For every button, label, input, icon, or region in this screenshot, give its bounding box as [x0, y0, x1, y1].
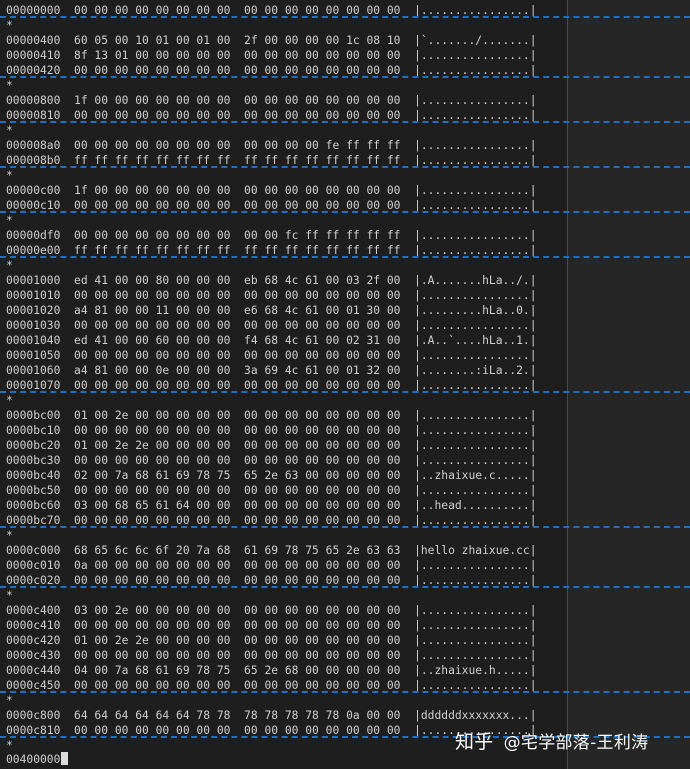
section-separator	[0, 691, 690, 693]
right-pane	[568, 0, 690, 769]
hexdump-row: 0000c000 68 65 6c 6c 6f 20 7a 68 61 69 7…	[6, 544, 537, 557]
prompt-line[interactable]: 00400000	[6, 752, 69, 767]
watermark: 知乎 @宅学部落-王利涛	[455, 727, 648, 754]
hexdump-row: 00000800 1f 00 00 00 00 00 00 00 00 00 0…	[6, 94, 537, 107]
repeat-marker: *	[6, 124, 13, 137]
repeat-marker: *	[6, 529, 13, 542]
hexdump-row: 00001030 00 00 00 00 00 00 00 00 00 00 0…	[6, 319, 537, 332]
section-separator	[0, 256, 690, 258]
section-separator	[0, 121, 690, 123]
zhihu-logo: 知乎	[455, 731, 494, 753]
hexdump-row: 00001040 ed 41 00 00 60 00 00 00 f4 68 4…	[6, 334, 537, 347]
watermark-author: @宅学部落-王利涛	[503, 733, 649, 753]
section-separator	[0, 391, 690, 393]
section-separator	[0, 586, 690, 588]
section-separator	[0, 16, 690, 18]
hexdump-row: 000008a0 00 00 00 00 00 00 00 00 00 00 0…	[6, 139, 537, 152]
hexdump-row: 00001020 a4 81 00 00 11 00 00 00 e6 68 4…	[6, 304, 537, 317]
hexdump-row: 0000bc40 02 00 7a 68 61 69 78 75 65 2e 6…	[6, 469, 537, 482]
repeat-marker: *	[6, 394, 13, 407]
pane-divider	[567, 0, 568, 769]
repeat-marker: *	[6, 169, 13, 182]
hexdump-row: 0000c800 64 64 64 64 64 64 78 78 78 78 7…	[6, 709, 537, 722]
hexdump-row: 0000c430 00 00 00 00 00 00 00 00 00 00 0…	[6, 649, 537, 662]
hexdump-row: 0000bc00 01 00 2e 00 00 00 00 00 00 00 0…	[6, 409, 537, 422]
hexdump-row: 0000bc60 03 00 68 65 61 64 00 00 00 00 0…	[6, 499, 537, 512]
hexdump-row: 0000c410 00 00 00 00 00 00 00 00 00 00 0…	[6, 619, 537, 632]
hexdump-row: 0000c440 04 00 7a 68 61 69 78 75 65 2e 6…	[6, 664, 537, 677]
hexdump-row: 00001010 00 00 00 00 00 00 00 00 00 00 0…	[6, 289, 537, 302]
hexdump-row: 00001060 a4 81 00 00 0e 00 00 00 3a 69 4…	[6, 364, 537, 377]
text-cursor	[61, 752, 69, 765]
hexdump-row: 0000c400 03 00 2e 00 00 00 00 00 00 00 0…	[6, 604, 537, 617]
hexdump-row: 0000c010 0a 00 00 00 00 00 00 00 00 00 0…	[6, 559, 537, 572]
hexdump-row: 0000bc30 00 00 00 00 00 00 00 00 00 00 0…	[6, 454, 537, 467]
repeat-marker: *	[6, 694, 13, 707]
repeat-marker: *	[6, 214, 13, 227]
hexdump-row: 00000df0 00 00 00 00 00 00 00 00 00 00 f…	[6, 229, 537, 242]
hexdump-row: 00000c00 1f 00 00 00 00 00 00 00 00 00 0…	[6, 184, 537, 197]
hexdump-row: 0000c420 01 00 2e 2e 00 00 00 00 00 00 0…	[6, 634, 537, 647]
hexdump-row: 0000bc10 00 00 00 00 00 00 00 00 00 00 0…	[6, 424, 537, 437]
repeat-marker: *	[6, 259, 13, 272]
repeat-marker: *	[6, 79, 13, 92]
section-separator	[0, 166, 690, 168]
repeat-marker: *	[6, 589, 13, 602]
section-separator	[0, 211, 690, 213]
hexdump-row: 00000410 8f 13 01 00 00 00 00 00 00 00 0…	[6, 49, 537, 62]
repeat-marker: *	[6, 19, 13, 32]
hexdump-row: 0000bc50 00 00 00 00 00 00 00 00 00 00 0…	[6, 484, 537, 497]
hexdump-row: 00001050 00 00 00 00 00 00 00 00 00 00 0…	[6, 349, 537, 362]
final-offset: 00400000	[6, 753, 61, 766]
section-separator	[0, 76, 690, 78]
hexdump-row: 00000400 60 05 00 10 01 00 01 00 2f 00 0…	[6, 34, 537, 47]
hexdump-row: 0000bc20 01 00 2e 2e 00 00 00 00 00 00 0…	[6, 439, 537, 452]
hexdump-row: 00001000 ed 41 00 00 80 00 00 00 eb 68 4…	[6, 274, 537, 287]
repeat-marker: *	[6, 739, 13, 752]
section-separator	[0, 526, 690, 528]
terminal-window: 00000000 00 00 00 00 00 00 00 00 00 00 0…	[0, 0, 690, 769]
